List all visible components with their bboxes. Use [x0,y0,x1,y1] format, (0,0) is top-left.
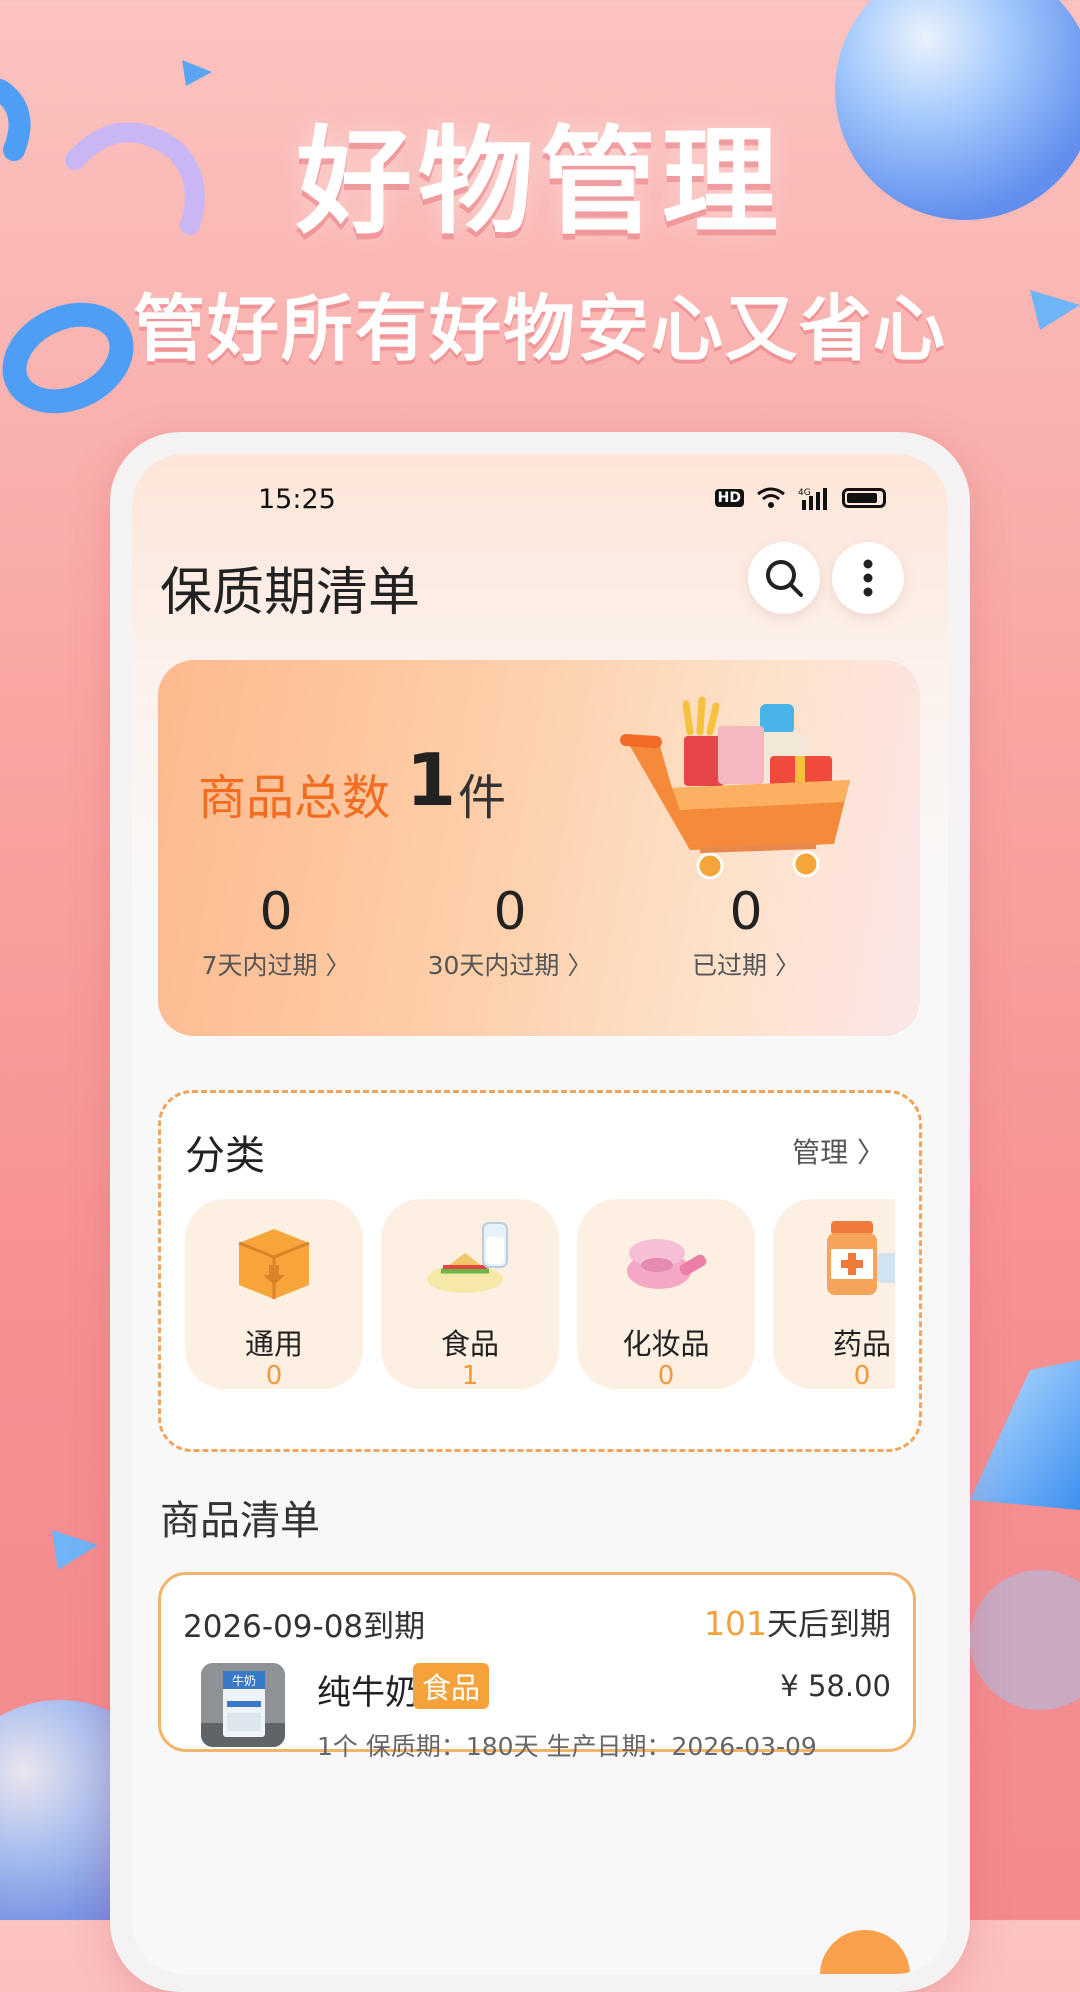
category-name: 通用 [244,1327,303,1361]
bubble-decoration [970,1570,1080,1710]
app-screen: 15:25 HD 4G 保质期清单 商品总数 1 件 0 7天内过期 〉 0 3… [132,454,948,1974]
category-section: 分类 管理 〉 通用 0 食品 1 化妆品 0 药品 0 [158,1090,922,1452]
triangle-decoration [52,1530,98,1570]
stat-label: 已过期 〉 [692,951,800,980]
signal-icon: 4G [798,488,827,510]
medicine-icon [827,1221,895,1295]
svg-text:牛奶: 牛奶 [232,1673,256,1688]
category-title: 分类 [185,1133,265,1179]
days-text: 天后到期 [767,1607,891,1643]
hero-subtitle: 管好所有好物安心又省心 [132,287,947,371]
battery-icon [842,488,886,508]
svg-text:4G: 4G [798,488,811,498]
days-number: 101 [704,1604,767,1643]
product-thumbnail: 牛奶 [201,1663,285,1747]
wifi-icon [757,487,785,508]
milk-carton-image: 牛奶 [201,1663,285,1747]
category-manage-link[interactable]: 管理 〉 [792,1131,885,1171]
product-card[interactable]: 2026-09-08到期 101天后到期 牛奶 纯牛奶 食品 ¥ 58.00 1… [158,1572,916,1761]
category-name: 化妆品 [622,1327,710,1361]
total-label: 商品总数 [198,770,391,826]
category-item-general[interactable]: 通用 0 [185,1199,363,1389]
total-unit: 件 [458,770,507,826]
category-count: 1 [461,1361,479,1389]
category-count: 0 [657,1361,675,1389]
triangle-decoration [182,60,212,86]
more-vertical-icon [863,559,873,597]
category-list: 通用 0 食品 1 化妆品 0 药品 0 [185,1199,895,1389]
search-button[interactable] [748,542,820,614]
stat-value: 0 [259,882,293,942]
category-count: 0 [265,1361,283,1389]
stat-label: 30天内过期 〉 [427,951,593,980]
expire-date: 2026-09-08到期 [183,1609,426,1645]
product-meta: 1个 保质期：180天 生产日期：2026-03-09 [317,1732,817,1761]
stat-7-days[interactable]: 0 7天内过期 〉 [166,882,386,982]
cosmetics-icon [627,1239,707,1289]
stat-value: 0 [493,882,527,942]
add-button[interactable] [820,1930,910,1974]
stat-value: 0 [729,882,763,942]
hero-title: 好物管理 [296,115,784,250]
more-button[interactable] [832,542,904,614]
phone-frame: 15:25 HD 4G 保质期清单 商品总数 1 件 0 7天内过期 〉 0 3… [110,432,970,1992]
status-time: 15:25 [258,484,336,515]
stat-30-days[interactable]: 0 30天内过期 〉 [400,882,620,982]
category-item-cosmetics[interactable]: 化妆品 0 [577,1199,755,1389]
stat-label: 7天内过期 〉 [201,951,351,980]
days-remaining: 101天后到期 [704,1599,891,1644]
total-count: 1 [406,738,457,822]
status-bar: 15:25 HD 4G [132,484,948,524]
category-name: 食品 [440,1327,499,1361]
stat-expired[interactable]: 0 已过期 〉 [636,882,856,982]
shopping-cart-illustration [620,696,850,880]
box-icon [238,1229,310,1299]
category-item-medicine[interactable]: 药品 0 [773,1199,895,1389]
product-name: 纯牛奶 [317,1673,419,1713]
status-icons: HD 4G [714,486,886,510]
food-icon [427,1222,508,1293]
triangle-decoration [970,1360,1080,1510]
product-list-title: 商品清单 [160,1498,320,1544]
product-price: ¥ 58.00 [780,1669,891,1703]
hd-icon: HD [714,489,744,507]
category-tag: 食品 [413,1663,490,1709]
category-count: 0 [853,1361,871,1389]
search-icon [766,560,803,597]
page-title: 保质期清单 [160,563,421,623]
category-name: 药品 [832,1327,891,1361]
summary-card: 商品总数 1 件 0 7天内过期 〉 0 30天内过期 〉 0 已过期 〉 [158,660,920,1036]
category-item-food[interactable]: 食品 1 [381,1199,559,1389]
